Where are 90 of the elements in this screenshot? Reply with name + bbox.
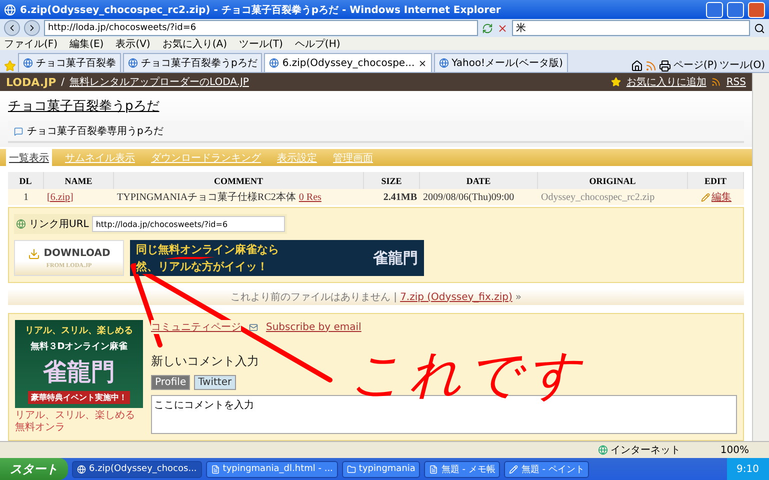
column-header[interactable]: COMMENT [114, 172, 364, 189]
site-logo: LODA.JP [6, 76, 56, 88]
refresh-icon[interactable] [482, 22, 493, 34]
zone-text: インターネット [610, 444, 680, 457]
breadcrumb-separator: / [61, 76, 65, 88]
column-header[interactable]: EDIT [688, 172, 744, 189]
app-icon [429, 464, 438, 474]
page-title[interactable]: チョコ菓子百裂拳うpろだ [8, 97, 160, 115]
browser-tab[interactable]: チョコ菓子百裂拳うpろだ [123, 53, 262, 72]
globe-icon [23, 58, 33, 68]
taskbar-button[interactable]: 無題 - メモ帳 [424, 460, 500, 478]
globe-icon [598, 445, 608, 455]
tab-label: チョコ菓子百裂拳うpろだ [141, 56, 258, 70]
app-icon [509, 464, 518, 474]
browser-tab[interactable]: Yahoo!メール(ベータ版) [434, 53, 568, 72]
command-menu[interactable]: ページ(P) [673, 58, 718, 72]
community-link[interactable]: コミュニティページ [151, 320, 241, 334]
file-link[interactable]: [6.zip] [47, 192, 74, 202]
column-header[interactable]: ORIGINAL [538, 172, 688, 189]
taskbar-button[interactable]: typingmania_dl.html - ... [206, 460, 338, 478]
search-field[interactable]: 米 [512, 20, 750, 36]
table-cell: 2009/08/06(Thu)09:00 [420, 189, 538, 205]
app-icon [77, 464, 86, 474]
tab-label: Yahoo!メール(ベータ版) [452, 57, 563, 70]
globe-icon [128, 58, 138, 68]
zoom-control[interactable]: 100% [720, 444, 749, 456]
browser-icon [4, 4, 16, 16]
window-title: 6.zip(Odyssey_chocospec_rc2.zip) - チョコ菓子百裂拳うpろだ - Windows Internet Explorer [20, 4, 502, 16]
stop-icon[interactable] [497, 22, 508, 34]
form-heading: 新しいコメント入力 [151, 353, 260, 370]
link-url-label: リンク用URL [29, 218, 89, 231]
menu-item[interactable]: ツール(T) [239, 36, 283, 50]
column-header[interactable]: DATE [420, 172, 538, 189]
browser-tab[interactable]: 6.zip(Odyssey_chocospe... [264, 53, 432, 72]
menu-item[interactable]: お気に入り(A) [162, 36, 227, 50]
twitter-button[interactable]: Twitter [194, 375, 236, 390]
mail-icon [249, 322, 258, 332]
scrollbar[interactable] [752, 73, 769, 441]
back-button[interactable] [4, 20, 20, 36]
column-header[interactable]: NAME [44, 172, 114, 189]
table-cell: 2.41MB [364, 189, 420, 205]
taskbar-button[interactable]: 無題 - ペイント [504, 460, 590, 478]
link-url-field[interactable]: http://loda.jp/chocosweets/?id=6 [92, 216, 285, 232]
browser-tab[interactable]: チョコ菓子百裂拳 [18, 53, 121, 72]
forward-button[interactable] [24, 20, 40, 36]
start-button[interactable]: スタート [0, 458, 68, 480]
side-ad-banner[interactable]: リアル、スリル、楽しめる 無料３Dオンライン麻雀 雀龍門 豪華特典イベント実施中！ [15, 320, 143, 408]
profile-button[interactable]: Profile [151, 375, 190, 390]
globe-icon [269, 58, 280, 68]
clock: 9:10 [736, 464, 759, 474]
link-icon [16, 219, 26, 229]
pencil-icon [700, 192, 710, 202]
ad-banner[interactable]: 同じ無料オンライン麻雀なら 然、リアルな方がイイッ！ 雀龍門 [130, 240, 424, 276]
app-icon [210, 464, 220, 474]
rss-link[interactable]: RSS [726, 76, 746, 88]
taskbar-button[interactable]: 6.zip(Odyssey_chocos... [72, 460, 202, 478]
globe-icon [438, 58, 449, 68]
column-header[interactable]: SIZE [364, 172, 420, 189]
close-tab-icon[interactable] [418, 58, 427, 68]
pager-text: これより前のファイルはありません | [230, 291, 398, 304]
rss-icon [711, 77, 722, 87]
star-icon [611, 77, 622, 87]
column-header[interactable]: DL [8, 172, 44, 189]
menu-item[interactable]: ファイル(F) [4, 36, 58, 50]
tab-label: チョコ菓子百裂拳 [36, 56, 116, 70]
menu-item[interactable]: 編集(E) [70, 36, 104, 50]
print-icon[interactable] [659, 60, 672, 72]
close-button[interactable] [748, 2, 765, 18]
search-icon[interactable] [754, 22, 765, 34]
tagline-link[interactable]: 無料レンタルアップローダーのLODA.JP [70, 75, 249, 89]
app-icon [346, 464, 356, 474]
tab-label: 6.zip(Odyssey_chocospe... [282, 58, 415, 68]
nav-tab[interactable]: 一覧表示 [6, 149, 52, 166]
subscribe-link[interactable]: Subscribe by email [266, 322, 362, 332]
comment-text: TYPINGMANIAチョコ菓子仕様RC2本体 [117, 190, 296, 204]
download-icon [28, 248, 40, 260]
minimize-button[interactable] [706, 2, 723, 18]
favorite-link[interactable]: お気に入りに追加 [626, 75, 706, 89]
taskbar-button[interactable]: typingmania [342, 460, 420, 478]
table-cell: Odyssey_chocospec_rc2.zip [538, 189, 688, 205]
maximize-button[interactable] [727, 2, 744, 18]
address-field[interactable]: http://loda.jp/chocosweets/?id=6 [44, 20, 478, 36]
pager-arrow: » [515, 292, 522, 302]
table-cell: 1 [8, 189, 44, 205]
menu-item[interactable]: 表示(V) [116, 36, 150, 50]
home-icon[interactable] [631, 60, 644, 72]
menu-item[interactable]: ヘルプ(H) [294, 36, 340, 50]
next-file-link[interactable]: 7.zip (Odyssey_fix.zip) [400, 292, 512, 302]
command-menu[interactable]: ツール(O) [719, 58, 765, 72]
res-link[interactable]: 0 Res [298, 192, 322, 202]
